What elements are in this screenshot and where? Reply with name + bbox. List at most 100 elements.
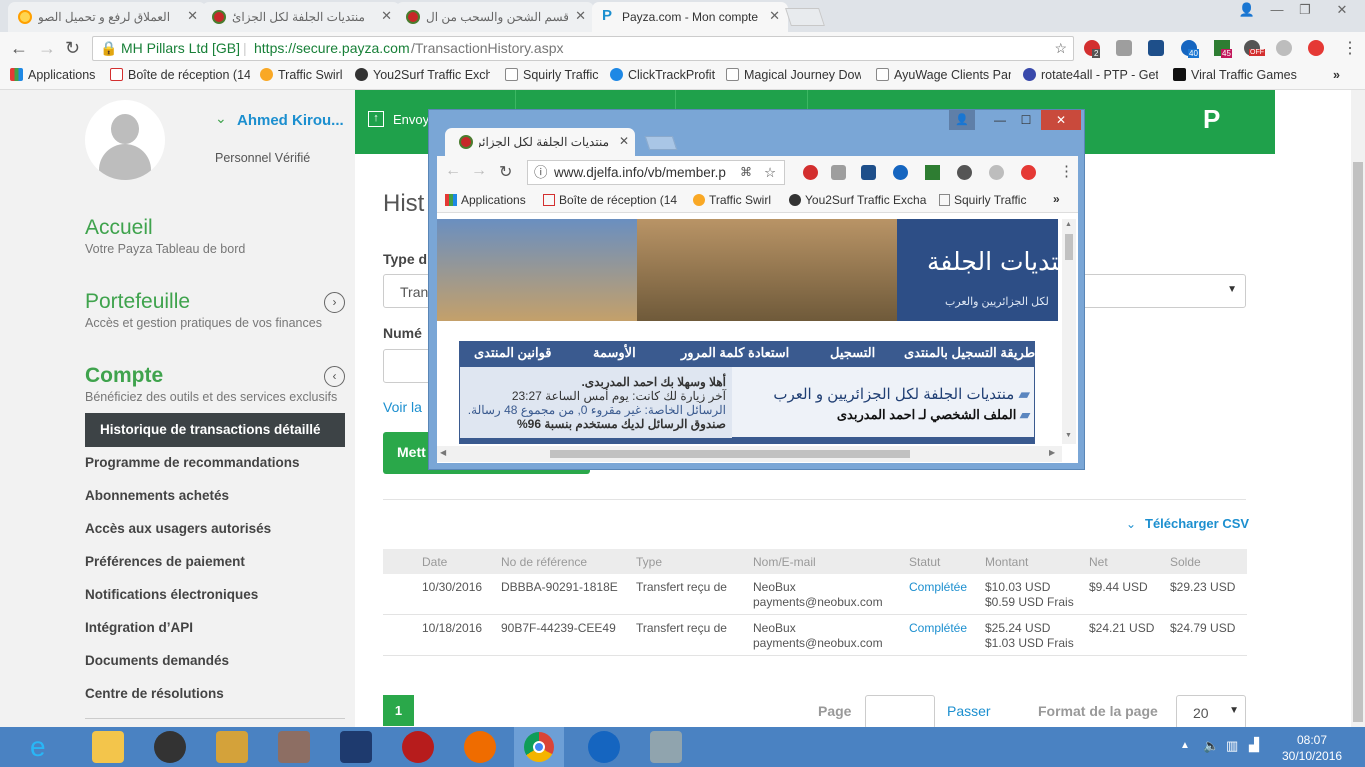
close-icon[interactable]: ✕ bbox=[381, 8, 392, 24]
adblock-icon[interactable] bbox=[803, 165, 818, 180]
extension-icon[interactable] bbox=[925, 165, 940, 180]
page-scrollbar[interactable] bbox=[1351, 90, 1365, 727]
extension-icon[interactable] bbox=[1116, 40, 1132, 56]
col-name[interactable]: Nom/E-mail bbox=[753, 555, 816, 570]
bookmark-rotate4all[interactable]: rotate4all - PTP - Get bbox=[1023, 68, 1158, 82]
page-input[interactable] bbox=[865, 695, 935, 729]
maximize-button[interactable]: ☐ bbox=[1013, 110, 1039, 130]
col-reference[interactable]: No de référence bbox=[501, 555, 587, 570]
payza-logo-icon[interactable]: P bbox=[1203, 104, 1220, 135]
bookmark-viral-traffic[interactable]: Viral Traffic Games bbox=[1173, 68, 1297, 82]
page-size-select[interactable]: 20 ▼ bbox=[1176, 695, 1246, 729]
minimize-button[interactable]: — bbox=[987, 110, 1013, 130]
bookmark-squirly[interactable]: Squirly Traffic bbox=[939, 193, 1026, 207]
extension-icon[interactable] bbox=[1021, 165, 1036, 180]
col-date[interactable]: Date bbox=[422, 555, 447, 570]
nav-resolution[interactable]: Centre de résolutions bbox=[85, 686, 224, 701]
media-player-icon[interactable] bbox=[154, 731, 186, 763]
close-icon[interactable]: ✕ bbox=[575, 8, 586, 24]
bookmark-you2surf[interactable]: You2Surf Traffic Excha bbox=[355, 68, 490, 82]
table-row[interactable]: 10/18/2016 90B7F-44239-CEE49 Transfert r… bbox=[383, 615, 1247, 656]
clock-time[interactable]: 08:07 bbox=[1297, 733, 1327, 747]
forward-icon[interactable]: → bbox=[471, 162, 487, 180]
scroll-right-icon[interactable]: ▶ bbox=[1049, 448, 1055, 457]
extension-icon[interactable] bbox=[957, 165, 972, 180]
translate-icon[interactable]: ⌘ bbox=[740, 161, 752, 184]
tray-overflow-icon[interactable]: ▲ bbox=[1180, 740, 1190, 751]
forum-logo[interactable]: منتديات الجلفة لكل الجزائريين والعرب bbox=[897, 219, 1058, 321]
user-name[interactable]: Ahmed Kirou... bbox=[237, 112, 344, 129]
extension-icon[interactable] bbox=[1148, 40, 1164, 56]
bookmark-ayuwage[interactable]: AyuWage Clients Pane bbox=[876, 68, 1011, 82]
scrollbar-thumb[interactable] bbox=[1065, 234, 1073, 260]
col-balance[interactable]: Solde bbox=[1170, 555, 1201, 570]
extension-icon[interactable] bbox=[1308, 40, 1324, 56]
bookmark-you2surf[interactable]: You2Surf Traffic Excha bbox=[789, 193, 927, 207]
menu-icon[interactable]: ⋮ bbox=[1059, 162, 1074, 180]
chevron-down-icon[interactable]: ⌄ bbox=[215, 110, 227, 127]
new-tab-button[interactable] bbox=[644, 136, 678, 150]
nav-authorized-users[interactable]: Accès aux usagers autorisés bbox=[85, 521, 271, 536]
nav-register[interactable]: التسجيل bbox=[830, 345, 875, 361]
internet-explorer-icon[interactable]: e bbox=[30, 731, 62, 763]
extension-icon[interactable]: OFF bbox=[1244, 40, 1265, 56]
col-amount[interactable]: Montant bbox=[985, 555, 1028, 570]
nav-medals[interactable]: الأوسمة bbox=[593, 345, 636, 361]
nav-compte[interactable]: Compte bbox=[85, 364, 163, 388]
col-status[interactable]: Statut bbox=[909, 555, 940, 570]
firefox-icon[interactable] bbox=[464, 731, 496, 763]
nav-how-to-register[interactable]: طريقة التسجيل بالمنتدى bbox=[904, 345, 1035, 361]
back-icon[interactable]: ← bbox=[10, 38, 28, 59]
scroll-left-icon[interactable]: ◀ bbox=[440, 448, 446, 457]
app-icon[interactable] bbox=[216, 731, 248, 763]
nav-password-recovery[interactable]: استعادة كلمة المرور bbox=[681, 345, 789, 361]
popup-vertical-scrollbar[interactable]: ▲ ▼ bbox=[1062, 219, 1076, 444]
chrome-taskbar-button[interactable] bbox=[514, 727, 564, 767]
reload-icon[interactable]: ↻ bbox=[65, 38, 80, 59]
signal-icon[interactable]: ▟ bbox=[1249, 737, 1259, 753]
nav-accueil[interactable]: Accueil bbox=[85, 216, 153, 240]
back-icon[interactable]: ← bbox=[445, 162, 461, 180]
new-tab-button[interactable] bbox=[785, 8, 825, 26]
close-icon[interactable]: ✕ bbox=[187, 8, 198, 24]
extension-icon[interactable] bbox=[893, 165, 908, 180]
bookmark-magical-journey[interactable]: Magical Journey Dow bbox=[726, 68, 861, 82]
close-window-button[interactable]: ✕ bbox=[1041, 110, 1081, 130]
extension-icon[interactable] bbox=[831, 165, 846, 180]
download-csv-link[interactable]: Télécharger CSV bbox=[1145, 516, 1249, 531]
star-icon[interactable]: ☆ bbox=[764, 161, 776, 184]
extension-icon[interactable] bbox=[861, 165, 876, 180]
extension-icon[interactable] bbox=[1276, 40, 1292, 56]
network-icon[interactable]: ▥ bbox=[1226, 738, 1238, 754]
profile-icon[interactable]: 👤 bbox=[1232, 0, 1262, 20]
tab-3[interactable]: قسم الشحن والسحب من ال ✕ bbox=[396, 2, 594, 32]
page-1-button[interactable]: 1 bbox=[383, 695, 414, 726]
chevron-down-icon[interactable]: ‹ bbox=[324, 366, 345, 387]
forward-icon[interactable]: → bbox=[38, 38, 56, 59]
send-money-button[interactable]: Envoy bbox=[393, 112, 429, 127]
bookmark-apps[interactable]: Applications bbox=[445, 193, 526, 207]
bookmark-apps[interactable]: Applications bbox=[10, 68, 95, 82]
file-explorer-icon[interactable] bbox=[92, 731, 124, 763]
nav-documents[interactable]: Documents demandés bbox=[85, 653, 229, 668]
extension-icon[interactable]: 45 bbox=[1214, 40, 1232, 58]
private-messages-link[interactable]: الرسائل الخاصة: غير مقروء 0, من مجموع 48… bbox=[460, 403, 726, 417]
nav-notifications[interactable]: Notifications électroniques bbox=[85, 587, 258, 602]
popup-address-bar[interactable]: ⓘ www.djelfa.info/vb/member.p ⌘ ☆ bbox=[527, 160, 785, 185]
bookmarks-overflow-icon[interactable]: » bbox=[1333, 68, 1340, 82]
tab-payza[interactable]: P Payza.com - Mon compte ✕ bbox=[592, 2, 788, 32]
star-icon[interactable]: ☆ bbox=[1054, 37, 1067, 60]
minimize-button[interactable]: — bbox=[1262, 0, 1292, 20]
bookmark-squirly[interactable]: Squirly Traffic bbox=[505, 68, 599, 82]
extension-icon[interactable]: 40 bbox=[1181, 40, 1199, 58]
nav-api[interactable]: Intégration d’API bbox=[85, 620, 193, 635]
keyboard-icon[interactable] bbox=[650, 731, 682, 763]
table-row[interactable]: 10/30/2016 DBBBA-90291-1818E Transfert r… bbox=[383, 574, 1247, 615]
extension-icon[interactable] bbox=[989, 165, 1004, 180]
tab-1[interactable]: العملاق لرفع و تحميل الصو ✕ bbox=[8, 2, 206, 32]
nav-portefeuille[interactable]: Portefeuille bbox=[85, 290, 190, 314]
chevron-right-icon[interactable]: › bbox=[324, 292, 345, 313]
address-bar[interactable]: 🔒 MH Pillars Ltd [GB] | https://secure.p… bbox=[92, 36, 1074, 61]
nav-transaction-history-active[interactable]: Historique de transactions détaillé bbox=[85, 413, 345, 447]
close-window-button[interactable]: ✕ bbox=[1322, 0, 1362, 20]
